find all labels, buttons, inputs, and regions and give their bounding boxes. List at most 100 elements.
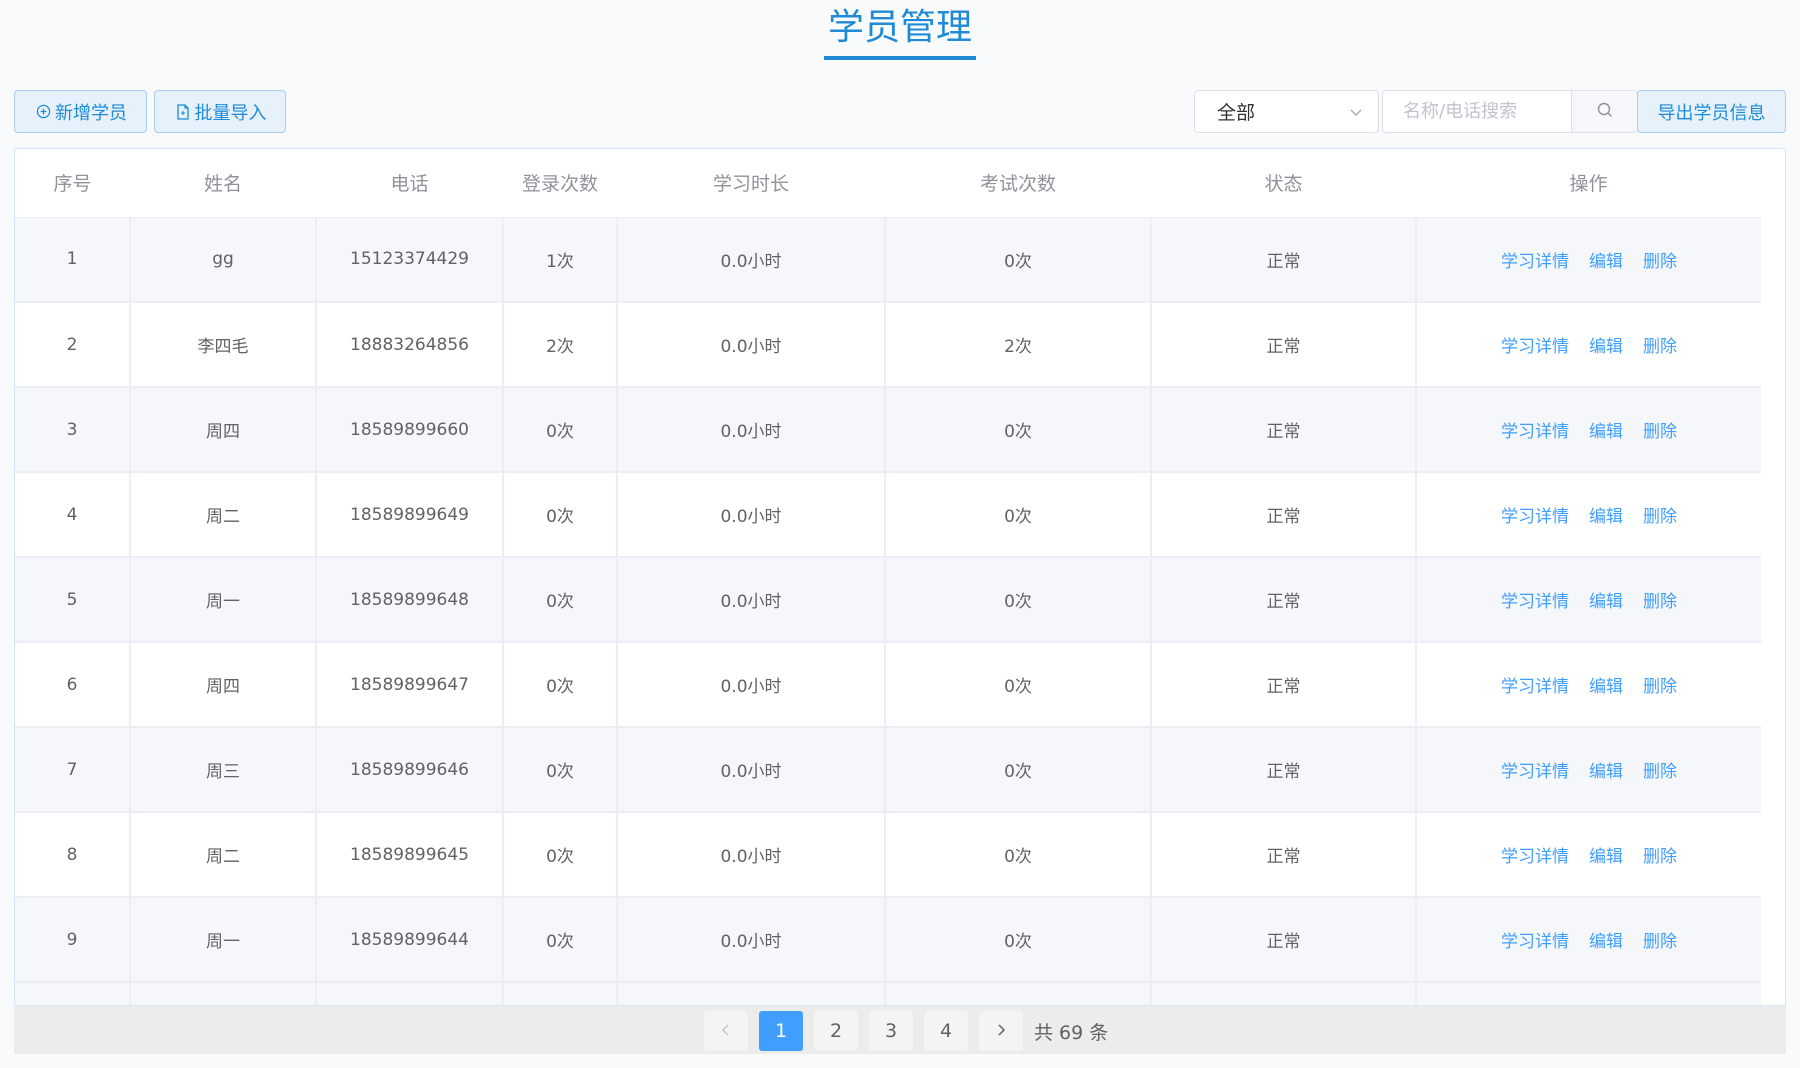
row-actions: 学习详情 编辑 删除	[1416, 897, 1761, 983]
study-duration: 0.0小时	[617, 387, 886, 473]
page-button-1[interactable]: 1	[759, 1011, 803, 1051]
row-actions: 学习详情 编辑 删除	[1416, 557, 1761, 643]
study-detail-link[interactable]: 学习详情	[1501, 422, 1569, 442]
column-header: 操作	[1416, 149, 1761, 218]
row-index: 6	[15, 642, 131, 728]
batch-import-button[interactable]: 批量导入	[154, 90, 286, 133]
status-filter-value: 全部	[1217, 102, 1256, 124]
exam-count: 0次	[885, 642, 1152, 728]
delete-link[interactable]: 删除	[1643, 847, 1677, 867]
table-cell	[617, 982, 886, 1005]
table-row: 2 李四毛 18883264856 2次 0.0小时 2次 正常 学习详情 编辑 删除	[15, 302, 1761, 388]
login-count: 1次	[503, 217, 618, 303]
status-text: 正常	[1151, 387, 1417, 473]
edit-link[interactable]: 编辑	[1589, 762, 1623, 782]
export-students-label: 导出学员信息	[1657, 102, 1766, 124]
row-actions: 学习详情 编辑 删除	[1416, 217, 1761, 303]
search-icon	[1596, 101, 1614, 123]
edit-link[interactable]: 编辑	[1589, 422, 1623, 442]
login-count: 0次	[503, 727, 618, 813]
study-detail-link[interactable]: 学习详情	[1501, 932, 1569, 952]
chevron-down-icon	[1348, 104, 1364, 120]
table-row: 5 周一 18589899648 0次 0.0小时 0次 正常 学习详情 编辑 删除	[15, 557, 1761, 643]
row-index: 1	[15, 217, 131, 303]
study-detail-link[interactable]: 学习详情	[1501, 847, 1569, 867]
column-header: 序号	[15, 149, 130, 218]
study-duration: 0.0小时	[617, 642, 886, 728]
phone-number: 18589899647	[316, 642, 504, 728]
status-filter-select[interactable]: 全部	[1194, 90, 1379, 133]
exam-count: 0次	[885, 472, 1152, 558]
table-row: 8 周二 18589899645 0次 0.0小时 0次 正常 学习详情 编辑 删除	[15, 812, 1761, 898]
delete-link[interactable]: 删除	[1643, 677, 1677, 697]
study-detail-link[interactable]: 学习详情	[1501, 677, 1569, 697]
row-actions: 学习详情 编辑 删除	[1416, 302, 1761, 388]
phone-number: 18589899646	[316, 727, 504, 813]
delete-link[interactable]: 删除	[1643, 507, 1677, 527]
exam-count: 0次	[885, 897, 1152, 983]
column-header: 学习时长	[617, 149, 885, 218]
delete-link[interactable]: 删除	[1643, 762, 1677, 782]
study-detail-link[interactable]: 学习详情	[1501, 337, 1569, 357]
login-count: 0次	[503, 812, 618, 898]
study-duration: 0.0小时	[617, 897, 886, 983]
chevron-left-icon	[719, 1020, 733, 1042]
login-count: 0次	[503, 472, 618, 558]
status-text: 正常	[1151, 557, 1417, 643]
edit-link[interactable]: 编辑	[1589, 252, 1623, 272]
delete-link[interactable]: 删除	[1643, 422, 1677, 442]
table-row: 6 周四 18589899647 0次 0.0小时 0次 正常 学习详情 编辑 删除	[15, 642, 1761, 728]
delete-link[interactable]: 删除	[1643, 932, 1677, 952]
table-cell	[503, 982, 618, 1005]
exam-count: 0次	[885, 557, 1152, 643]
page-button-2[interactable]: 2	[814, 1011, 858, 1051]
phone-number: 18883264856	[316, 302, 504, 388]
search-button[interactable]	[1571, 91, 1637, 132]
student-name: 周三	[130, 727, 317, 813]
next-page-button[interactable]	[979, 1011, 1023, 1051]
phone-number: 15123374429	[316, 217, 504, 303]
table-row: 7 周三 18589899646 0次 0.0小时 0次 正常 学习详情 编辑 删除	[15, 727, 1761, 813]
students-table: 序号 姓名 电话 登录次数 学习时长 考试次数 状态 操作 1 gg 1512337…	[14, 148, 1786, 1006]
row-actions: 学习详情 编辑 删除	[1416, 812, 1761, 898]
login-count: 2次	[503, 302, 618, 388]
column-header: 电话	[316, 149, 503, 218]
study-duration: 0.0小时	[617, 302, 886, 388]
status-text: 正常	[1151, 217, 1417, 303]
edit-link[interactable]: 编辑	[1589, 932, 1623, 952]
study-detail-link[interactable]: 学习详情	[1501, 507, 1569, 527]
page-button-3[interactable]: 3	[869, 1011, 913, 1051]
page-button-4[interactable]: 4	[924, 1011, 968, 1051]
add-student-button[interactable]: 新增学员	[14, 90, 147, 133]
delete-link[interactable]: 删除	[1643, 592, 1677, 612]
page-header: 学员管理	[0, 0, 1800, 62]
row-index: 5	[15, 557, 131, 643]
plus-circle-icon	[34, 103, 52, 121]
export-students-button[interactable]: 导出学员信息	[1637, 90, 1786, 133]
row-index: 3	[15, 387, 131, 473]
edit-link[interactable]: 编辑	[1589, 337, 1623, 357]
phone-number: 18589899660	[316, 387, 504, 473]
delete-link[interactable]: 删除	[1643, 252, 1677, 272]
edit-link[interactable]: 编辑	[1589, 677, 1623, 697]
delete-link[interactable]: 删除	[1643, 337, 1677, 357]
student-name: 周一	[130, 897, 317, 983]
row-index: 9	[15, 897, 131, 983]
table-row: 4 周二 18589899649 0次 0.0小时 0次 正常 学习详情 编辑 删除	[15, 472, 1761, 558]
prev-page-button[interactable]	[704, 1011, 748, 1051]
row-actions: 学习详情 编辑 删除	[1416, 727, 1761, 813]
study-duration: 0.0小时	[617, 557, 886, 643]
add-student-label: 新增学员	[55, 102, 127, 124]
pagination: 1 2 3 4 共 69 条	[704, 1011, 1108, 1051]
edit-link[interactable]: 编辑	[1589, 847, 1623, 867]
study-detail-link[interactable]: 学习详情	[1501, 252, 1569, 272]
edit-link[interactable]: 编辑	[1589, 507, 1623, 527]
study-detail-link[interactable]: 学习详情	[1501, 592, 1569, 612]
study-detail-link[interactable]: 学习详情	[1501, 762, 1569, 782]
student-name: 周四	[130, 387, 317, 473]
search-input[interactable]	[1383, 91, 1571, 132]
student-name: gg	[130, 217, 317, 303]
status-text: 正常	[1151, 812, 1417, 898]
edit-link[interactable]: 编辑	[1589, 592, 1623, 612]
status-text: 正常	[1151, 302, 1417, 388]
